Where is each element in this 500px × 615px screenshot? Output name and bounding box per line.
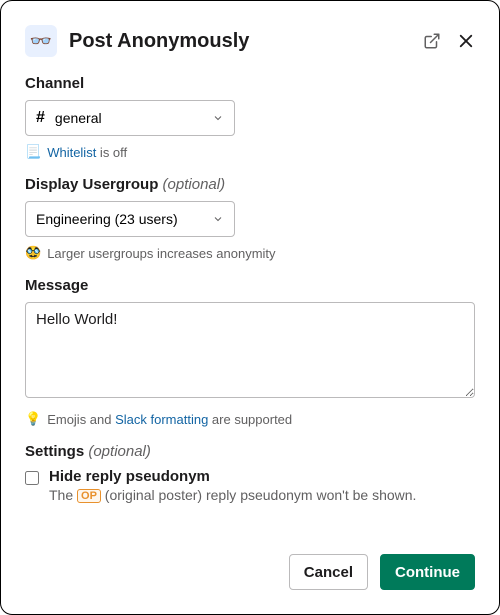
- whitelist-icon: 📃: [25, 144, 41, 160]
- disguise-icon: 🥸: [25, 245, 41, 261]
- settings-section: Settings (optional) Hide reply pseudonym…: [25, 443, 475, 503]
- settings-label: Settings (optional): [25, 443, 475, 460]
- chevron-down-icon: [212, 213, 224, 225]
- message-hint: 💡 Emojis and Slack formatting are suppor…: [25, 411, 475, 427]
- hide-pseudonym-checkbox[interactable]: [25, 471, 39, 485]
- channel-hint: 📃 Whitelist is off: [25, 144, 475, 160]
- usergroup-selected: Engineering (23 users): [36, 211, 178, 227]
- modal-header: 👓 Post Anonymously: [25, 25, 475, 57]
- cancel-button[interactable]: Cancel: [289, 554, 368, 590]
- close-icon[interactable]: [457, 32, 475, 50]
- channel-selected: general: [55, 110, 102, 126]
- usergroup-label: Display Usergroup (optional): [25, 176, 475, 193]
- whitelist-link[interactable]: Whitelist: [47, 145, 96, 160]
- message-section: Message 💡 Emojis and Slack formatting ar…: [25, 277, 475, 427]
- hide-pseudonym-desc: The OP (original poster) reply pseudonym…: [49, 487, 416, 503]
- channel-select[interactable]: # general: [25, 100, 235, 136]
- open-external-icon[interactable]: [423, 32, 441, 50]
- usergroup-hint-text: Larger usergroups increases anonymity: [47, 246, 275, 261]
- chevron-down-icon: [212, 112, 224, 124]
- bulb-icon: 💡: [25, 411, 41, 427]
- glasses-icon: 👓: [30, 31, 52, 52]
- usergroup-hint: 🥸 Larger usergroups increases anonymity: [25, 245, 475, 261]
- hide-pseudonym-row: Hide reply pseudonym The OP (original po…: [25, 468, 475, 503]
- slack-formatting-link[interactable]: Slack formatting: [115, 412, 208, 427]
- channel-section: Channel # general 📃 Whitelist is off: [25, 75, 475, 160]
- modal-footer: Cancel Continue: [25, 537, 475, 590]
- message-input[interactable]: [25, 302, 475, 398]
- hash-icon: #: [36, 109, 45, 127]
- whitelist-status: is off: [96, 145, 127, 160]
- hide-pseudonym-label: Hide reply pseudonym: [49, 468, 416, 485]
- channel-label: Channel: [25, 75, 475, 92]
- usergroup-section: Display Usergroup (optional) Engineering…: [25, 176, 475, 261]
- app-icon: 👓: [25, 25, 57, 57]
- modal-title: Post Anonymously: [69, 30, 411, 53]
- message-label: Message: [25, 277, 475, 294]
- continue-button[interactable]: Continue: [380, 554, 475, 590]
- op-badge: OP: [77, 489, 101, 503]
- usergroup-select[interactable]: Engineering (23 users): [25, 201, 235, 237]
- header-actions: [423, 32, 475, 50]
- post-anonymously-modal: 👓 Post Anonymously Channel # general 📃 W…: [1, 1, 499, 614]
